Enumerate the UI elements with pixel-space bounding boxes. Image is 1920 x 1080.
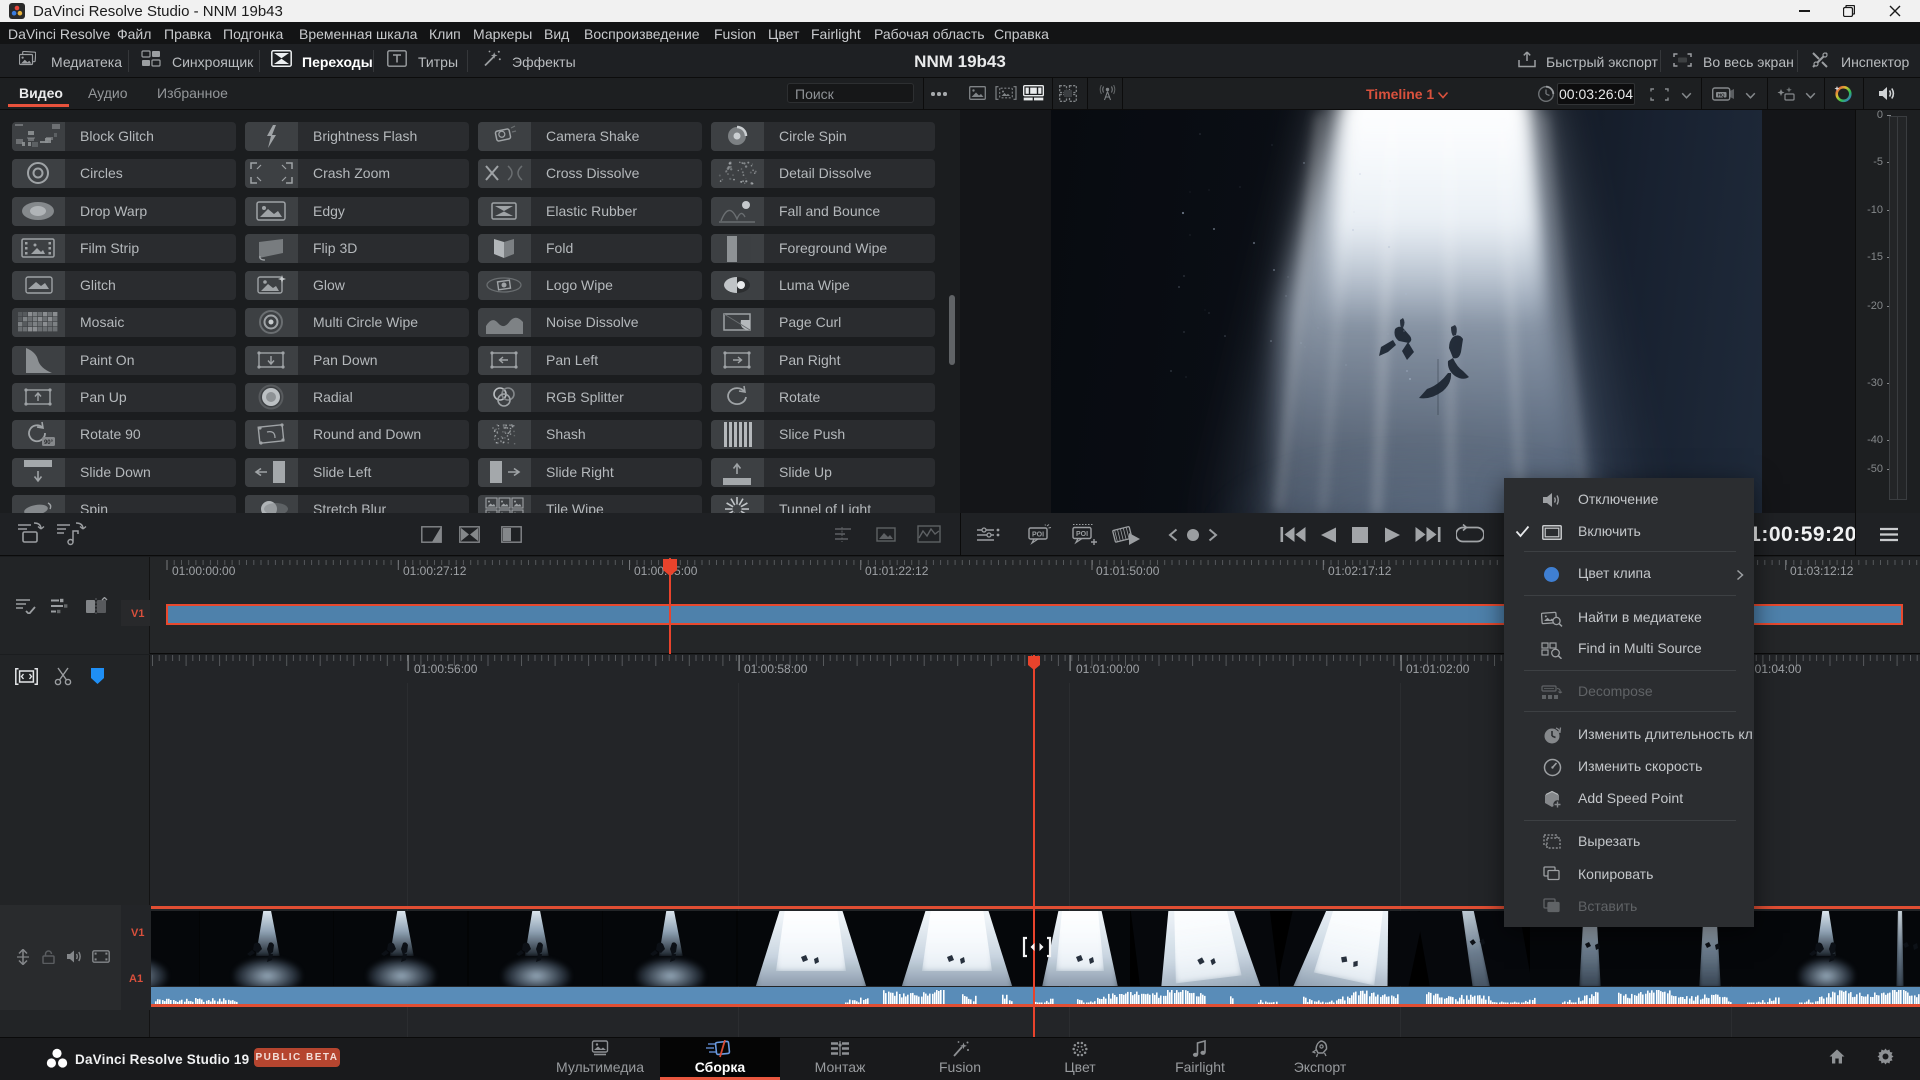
svg-text:POI: POI	[1076, 531, 1088, 538]
svg-text:90°: 90°	[44, 440, 54, 446]
svg-text:POI: POI	[1032, 532, 1044, 539]
svg-text:HQ: HQ	[1718, 93, 1725, 98]
